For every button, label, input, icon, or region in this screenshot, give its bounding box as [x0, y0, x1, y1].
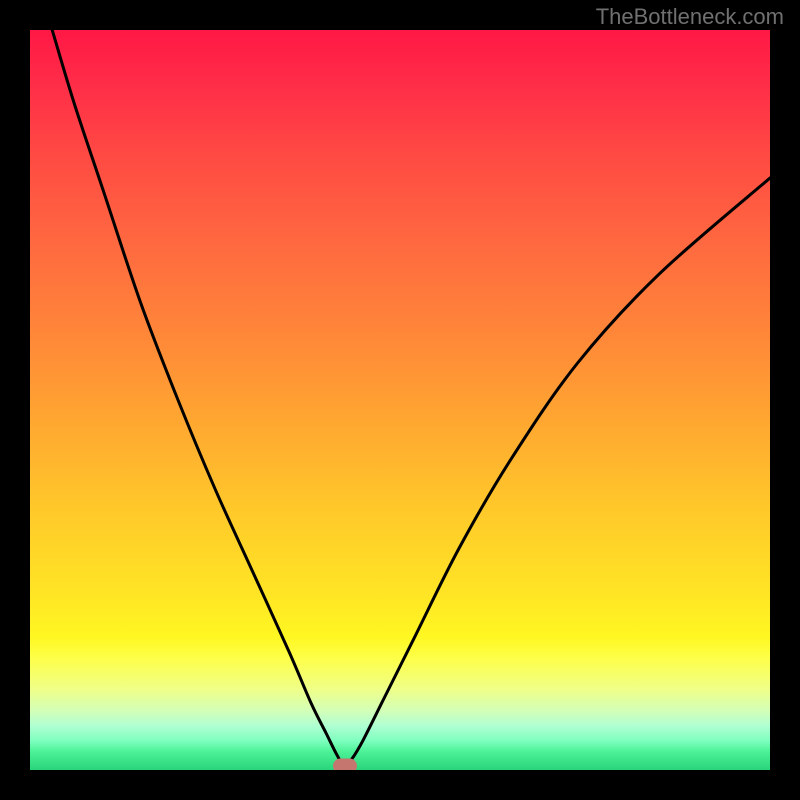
- chart-container: TheBottleneck.com: [0, 0, 800, 800]
- watermark-text: TheBottleneck.com: [596, 4, 784, 30]
- bottleneck-curve: [52, 30, 770, 766]
- optimal-marker: [333, 759, 357, 770]
- plot-area: [30, 30, 770, 770]
- curve-layer: [30, 30, 770, 770]
